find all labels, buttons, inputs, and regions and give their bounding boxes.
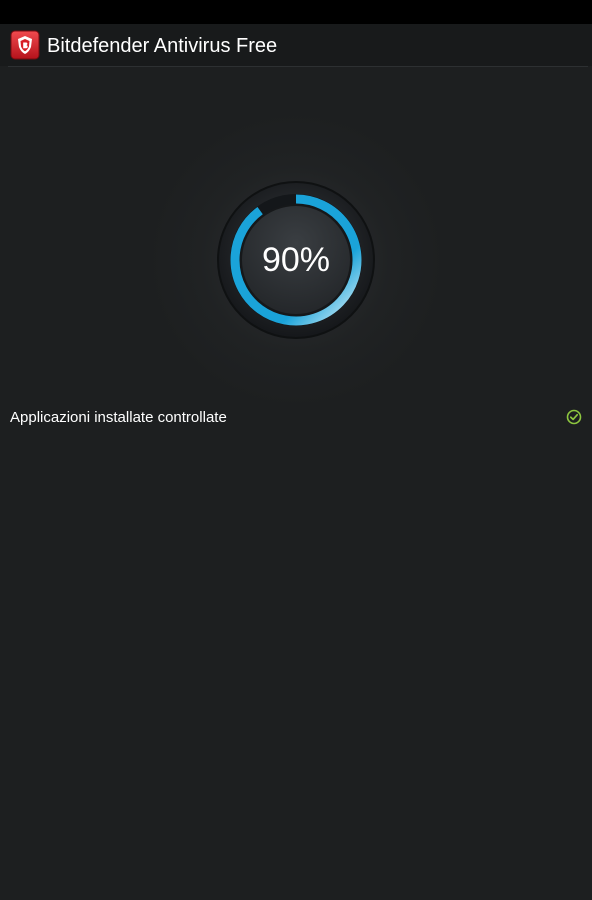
app-title: Bitdefender Antivirus Free xyxy=(47,35,278,57)
list-item: Applicazioni installate controllate xyxy=(0,398,592,438)
check-circle-icon xyxy=(566,409,582,425)
status-bar xyxy=(0,0,592,24)
bitdefender-shield-icon[interactable] xyxy=(10,30,40,60)
result-label: Applicazioni installate controllate xyxy=(10,409,227,426)
scan-progress-percent: 90% xyxy=(261,241,331,279)
